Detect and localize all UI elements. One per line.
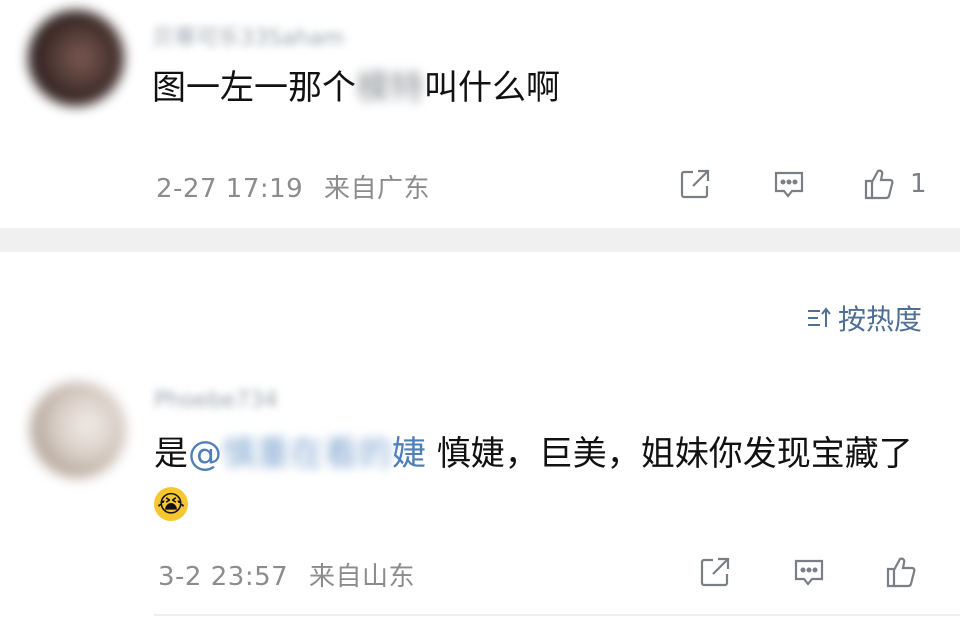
blurred-text: 慎重在看的 — [222, 434, 392, 474]
mention-at: @ — [188, 434, 222, 474]
comment-meta: 3-2 23:57 来自山东 — [158, 556, 415, 593]
comment-location: 来自山东 — [308, 562, 415, 592]
blurred-text: 模特 — [356, 68, 424, 108]
comment-text: 图一左一那个模特叫什么啊 — [152, 62, 560, 114]
share-button[interactable] — [678, 164, 712, 204]
sort-by-hot-button[interactable]: 按热度 — [806, 298, 922, 338]
comment-location: 来自广东 — [323, 174, 430, 204]
share-icon — [680, 169, 710, 199]
comment-text-part: 叫什么啊 — [424, 68, 560, 108]
username[interactable]: Phoebe734 — [154, 388, 278, 413]
thumbs-up-icon — [886, 557, 916, 588]
comment-text-part: 图一左一那个 — [152, 68, 356, 108]
thumbs-up-icon — [864, 169, 894, 200]
comment-time: 2-27 17:19 — [156, 174, 304, 204]
mention-name: 婕 — [392, 434, 426, 474]
comment-text: 是@慎重在看的婕 慎婕，巨美，姐妹你发现宝藏了 😭 — [154, 428, 944, 532]
username[interactable]: 贝蒂可乐33Saham — [152, 20, 344, 52]
comment-time: 3-2 23:57 — [158, 562, 289, 592]
avatar[interactable] — [30, 382, 126, 478]
section-divider — [0, 228, 960, 252]
sort-label: 按热度 — [837, 303, 922, 336]
comment-icon — [774, 171, 804, 198]
reply-button[interactable] — [772, 164, 806, 204]
like-button[interactable]: 1 — [862, 164, 927, 204]
share-button[interactable] — [698, 552, 732, 592]
share-icon — [700, 557, 730, 587]
crying-face-emoji: 😭 — [154, 486, 188, 521]
like-button[interactable] — [884, 552, 918, 592]
sort-icon — [807, 307, 831, 327]
comment-text-part: 慎婕，巨美，姐妹你发现宝藏了 — [426, 434, 913, 474]
avatar[interactable] — [28, 10, 124, 106]
comment-meta: 2-27 17:19 来自广东 — [156, 168, 430, 205]
comment-icon — [794, 559, 824, 586]
user-mention-link[interactable]: @慎重在看的婕 — [188, 434, 426, 474]
like-count: 1 — [910, 169, 927, 199]
comment-text-part: 是 — [154, 434, 188, 474]
reply-button[interactable] — [792, 552, 826, 592]
comment-separator — [154, 614, 960, 616]
